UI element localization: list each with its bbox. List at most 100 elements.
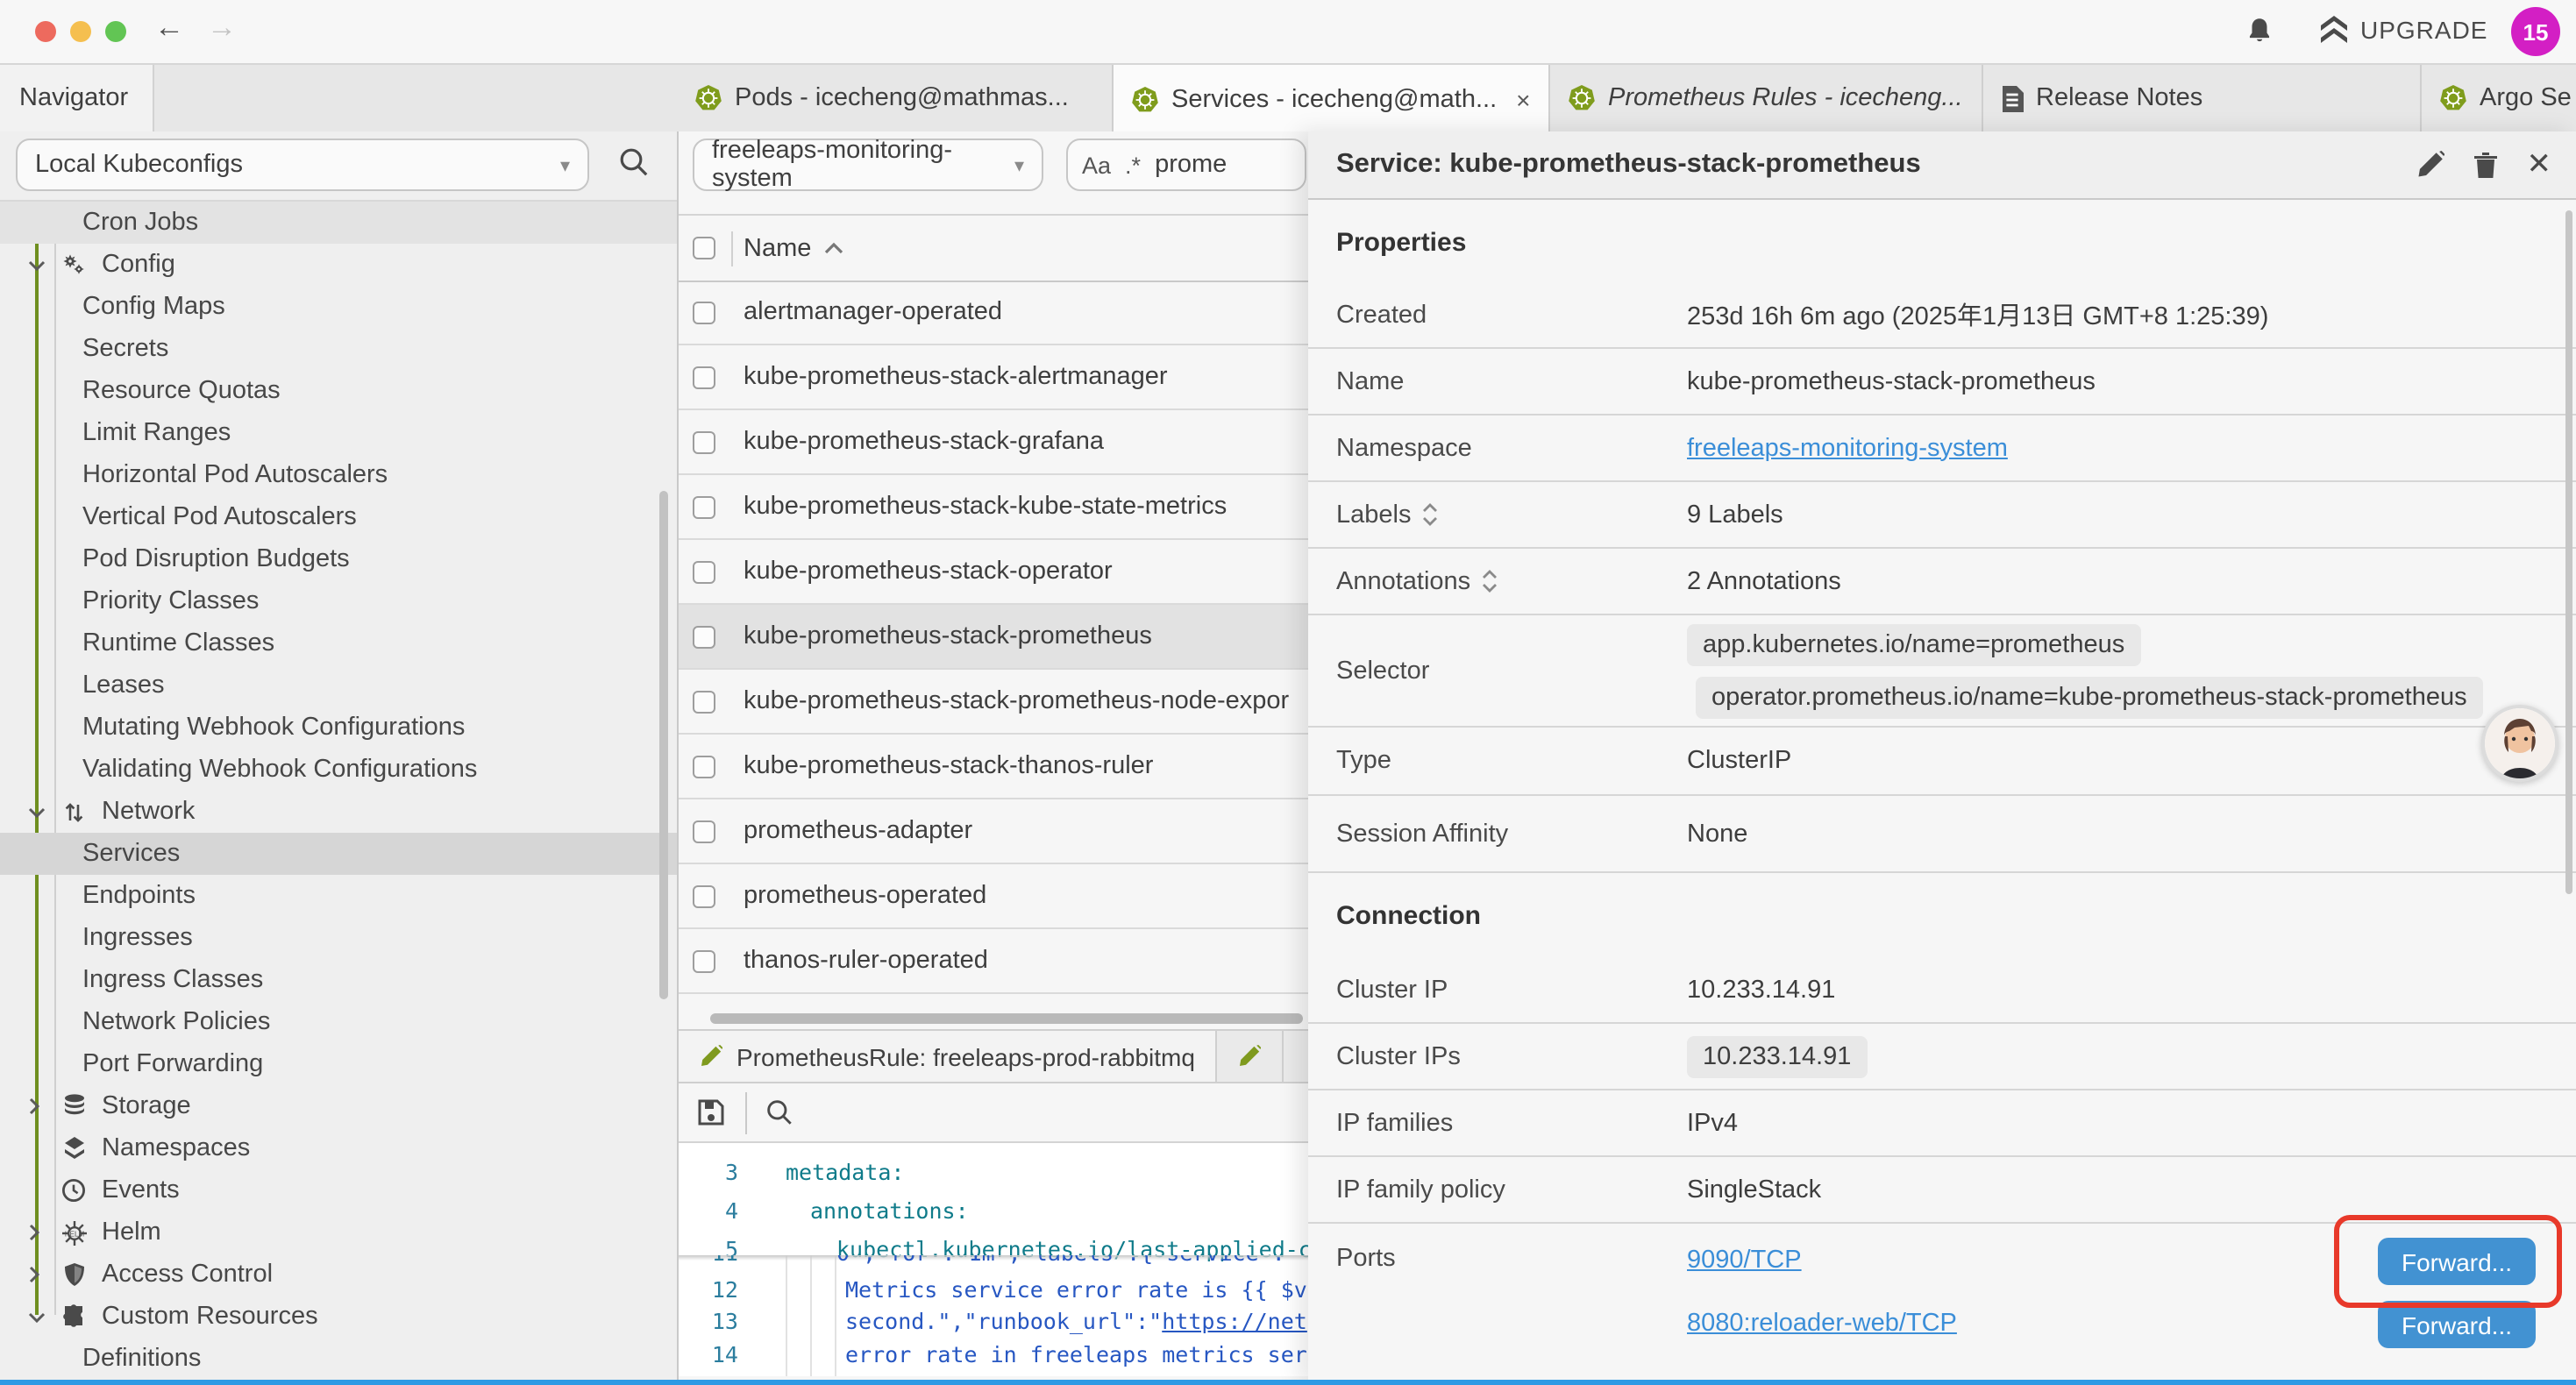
row-checkbox[interactable] — [693, 820, 715, 842]
sidebar-item-pod-disruption-budgets[interactable]: Pod Disruption Budgets — [0, 538, 677, 580]
namespace-link[interactable]: freeleaps-monitoring-system — [1687, 434, 2008, 462]
chevron-right-icon[interactable] — [28, 1097, 49, 1115]
column-header-name[interactable]: Name — [744, 234, 811, 262]
sidebar-item-priority-classes[interactable]: Priority Classes — [0, 580, 677, 622]
editor-tab-prometheusrule[interactable]: PrometheusRule: freeleaps-prod-rabbitmq — [679, 1031, 1218, 1082]
sort-asc-icon[interactable] — [823, 242, 843, 254]
sidebar-item-events[interactable]: Events — [0, 1169, 677, 1211]
table-search-input[interactable]: Aa .* prome — [1066, 138, 1306, 191]
save-icon[interactable] — [696, 1097, 726, 1127]
sidebar-item-resource-quotas[interactable]: Resource Quotas — [0, 370, 677, 412]
sidebar-item-config-maps[interactable]: Config Maps — [0, 286, 677, 328]
close-icon[interactable]: ✕ — [2527, 147, 2552, 182]
tab-prometheus-rules-icecheng[interactable]: Prometheus Rules - icecheng... — [1550, 65, 1983, 131]
expand-updown-icon[interactable] — [1481, 570, 1497, 593]
sidebar-item-helm[interactable]: HELMHelm — [0, 1211, 677, 1254]
sidebar-item-ingress-classes[interactable]: Ingress Classes — [0, 959, 677, 1001]
row-checkbox[interactable] — [693, 755, 715, 778]
tab-release-notes[interactable]: Release Notes — [1983, 65, 2422, 131]
table-row[interactable]: kube-prometheus-stack-grafana — [679, 410, 1312, 475]
sidebar-item-leases[interactable]: Leases — [0, 664, 677, 707]
yaml-editor[interactable]: 3metadata:4annotations:5kubectl.kubernet… — [679, 1143, 1312, 1376]
sidebar-item-services[interactable]: Services — [0, 833, 677, 875]
select-all-checkbox[interactable] — [693, 237, 715, 259]
traffic-light-minimize[interactable] — [70, 21, 91, 42]
sidebar-item-mutating-webhook-configurations[interactable]: Mutating Webhook Configurations — [0, 707, 677, 749]
chevron-right-icon[interactable] — [28, 1266, 49, 1283]
port-link-9090[interactable]: 9090/TCP — [1687, 1246, 1802, 1275]
table-row[interactable]: kube-prometheus-stack-prometheus — [679, 605, 1312, 670]
chevron-down-icon[interactable] — [28, 806, 49, 818]
sidebar-item-horizontal-pod-autoscalers[interactable]: Horizontal Pod Autoscalers — [0, 454, 677, 496]
table-row[interactable]: kube-prometheus-stack-prometheus-node-ex… — [679, 670, 1312, 735]
table-row[interactable]: prometheus-adapter — [679, 799, 1312, 864]
row-checkbox[interactable] — [693, 495, 715, 518]
sidebar-item-runtime-classes[interactable]: Runtime Classes — [0, 622, 677, 664]
table-horizontal-scrollbar[interactable] — [710, 1013, 1303, 1024]
sidebar-item-port-forwarding[interactable]: Port Forwarding — [0, 1043, 677, 1085]
row-checkbox[interactable] — [693, 366, 715, 388]
upgrade-button[interactable]: UPGRADE — [2318, 16, 2487, 44]
sidebar-item-network[interactable]: Network — [0, 791, 677, 833]
row-checkbox[interactable] — [693, 690, 715, 713]
port-link-8080[interactable]: 8080:reloader-web/TCP — [1687, 1310, 1957, 1338]
editor-tab-2[interactable] — [1218, 1031, 1284, 1082]
table-row[interactable]: alertmanager-operated — [679, 281, 1312, 345]
trash-icon[interactable] — [2473, 151, 2499, 179]
sidebar-item-ingresses[interactable]: Ingresses — [0, 917, 677, 959]
notification-badge[interactable]: 15 — [2511, 7, 2560, 56]
sidebar-item-cron-jobs[interactable]: Cron Jobs — [0, 202, 677, 244]
sidebar-item-namespaces[interactable]: Namespaces — [0, 1127, 677, 1169]
sidebar-item-endpoints[interactable]: Endpoints — [0, 875, 677, 917]
row-checkbox[interactable] — [693, 301, 715, 323]
tab-navigator[interactable]: Navigator — [0, 65, 154, 131]
chevron-down-icon[interactable] — [28, 259, 49, 271]
runbook-url-link[interactable]: https://net — [1162, 1308, 1307, 1334]
editor-search-icon[interactable] — [765, 1097, 794, 1127]
annotations-value[interactable]: 2 Annotations — [1687, 567, 1841, 595]
tab-services-icecheng-math[interactable]: Services - icecheng@math...× — [1114, 65, 1550, 133]
edit-pencil-icon[interactable] — [2416, 151, 2444, 179]
tab-pods-icecheng-mathmas[interactable]: Pods - icecheng@mathmas... — [677, 65, 1114, 131]
expand-updown-icon[interactable] — [1421, 503, 1437, 526]
close-icon[interactable]: × — [1516, 85, 1530, 113]
search-icon[interactable] — [617, 146, 651, 179]
sidebar-item-custom-resources[interactable]: Custom Resources — [0, 1296, 677, 1338]
row-checkbox[interactable] — [693, 430, 715, 453]
chevron-right-icon[interactable] — [28, 1224, 49, 1241]
table-row[interactable]: kube-prometheus-stack-kube-state-metrics — [679, 475, 1312, 540]
traffic-light-close[interactable] — [35, 21, 56, 42]
cluster-ips-chip[interactable]: 10.233.14.91 — [1687, 1035, 1867, 1077]
table-row[interactable]: kube-prometheus-stack-thanos-ruler — [679, 735, 1312, 799]
chevron-down-icon[interactable] — [28, 1310, 49, 1323]
selector-chip[interactable]: operator.prometheus.io/name=kube-prometh… — [1696, 676, 2483, 718]
back-arrow-icon[interactable]: ← — [154, 11, 184, 46]
bell-icon[interactable] — [2245, 16, 2274, 46]
sidebar-item-secrets[interactable]: Secrets — [0, 328, 677, 370]
row-checkbox[interactable] — [693, 560, 715, 583]
row-checkbox[interactable] — [693, 625, 715, 648]
sidebar-item-validating-webhook-configurations[interactable]: Validating Webhook Configurations — [0, 749, 677, 791]
regex-icon[interactable]: .* — [1125, 152, 1141, 178]
sidebar-item-access-control[interactable]: Access Control — [0, 1254, 677, 1296]
sidebar-item-storage[interactable]: Storage — [0, 1085, 677, 1127]
sidebar-item-config[interactable]: Config — [0, 244, 677, 286]
panel-scrollbar[interactable] — [2565, 210, 2572, 894]
match-case-icon[interactable]: Aa — [1082, 152, 1111, 178]
tab-argo-se[interactable]: Argo Se — [2422, 65, 2576, 131]
traffic-light-zoom[interactable] — [105, 21, 126, 42]
sidebar-item-network-policies[interactable]: Network Policies — [0, 1001, 677, 1043]
avatar[interactable] — [2481, 705, 2558, 782]
selector-chip[interactable]: app.kubernetes.io/name=prometheus — [1687, 623, 2140, 665]
sidebar-item-limit-ranges[interactable]: Limit Ranges — [0, 412, 677, 454]
namespace-filter-select[interactable]: freeleaps-monitoring-system ▾ — [693, 138, 1043, 191]
row-checkbox[interactable] — [693, 884, 715, 907]
forward-button-8080[interactable]: Forward... — [2378, 1301, 2536, 1348]
kubeconfig-selector[interactable]: Local Kubeconfigs ▾ — [16, 138, 589, 191]
sidebar-scrollbar[interactable] — [659, 491, 668, 999]
table-row[interactable]: kube-prometheus-stack-alertmanager — [679, 345, 1312, 410]
table-row[interactable]: kube-prometheus-stack-operator — [679, 540, 1312, 605]
sidebar-item-vertical-pod-autoscalers[interactable]: Vertical Pod Autoscalers — [0, 496, 677, 538]
row-checkbox[interactable] — [693, 949, 715, 972]
labels-value[interactable]: 9 Labels — [1687, 501, 1783, 529]
